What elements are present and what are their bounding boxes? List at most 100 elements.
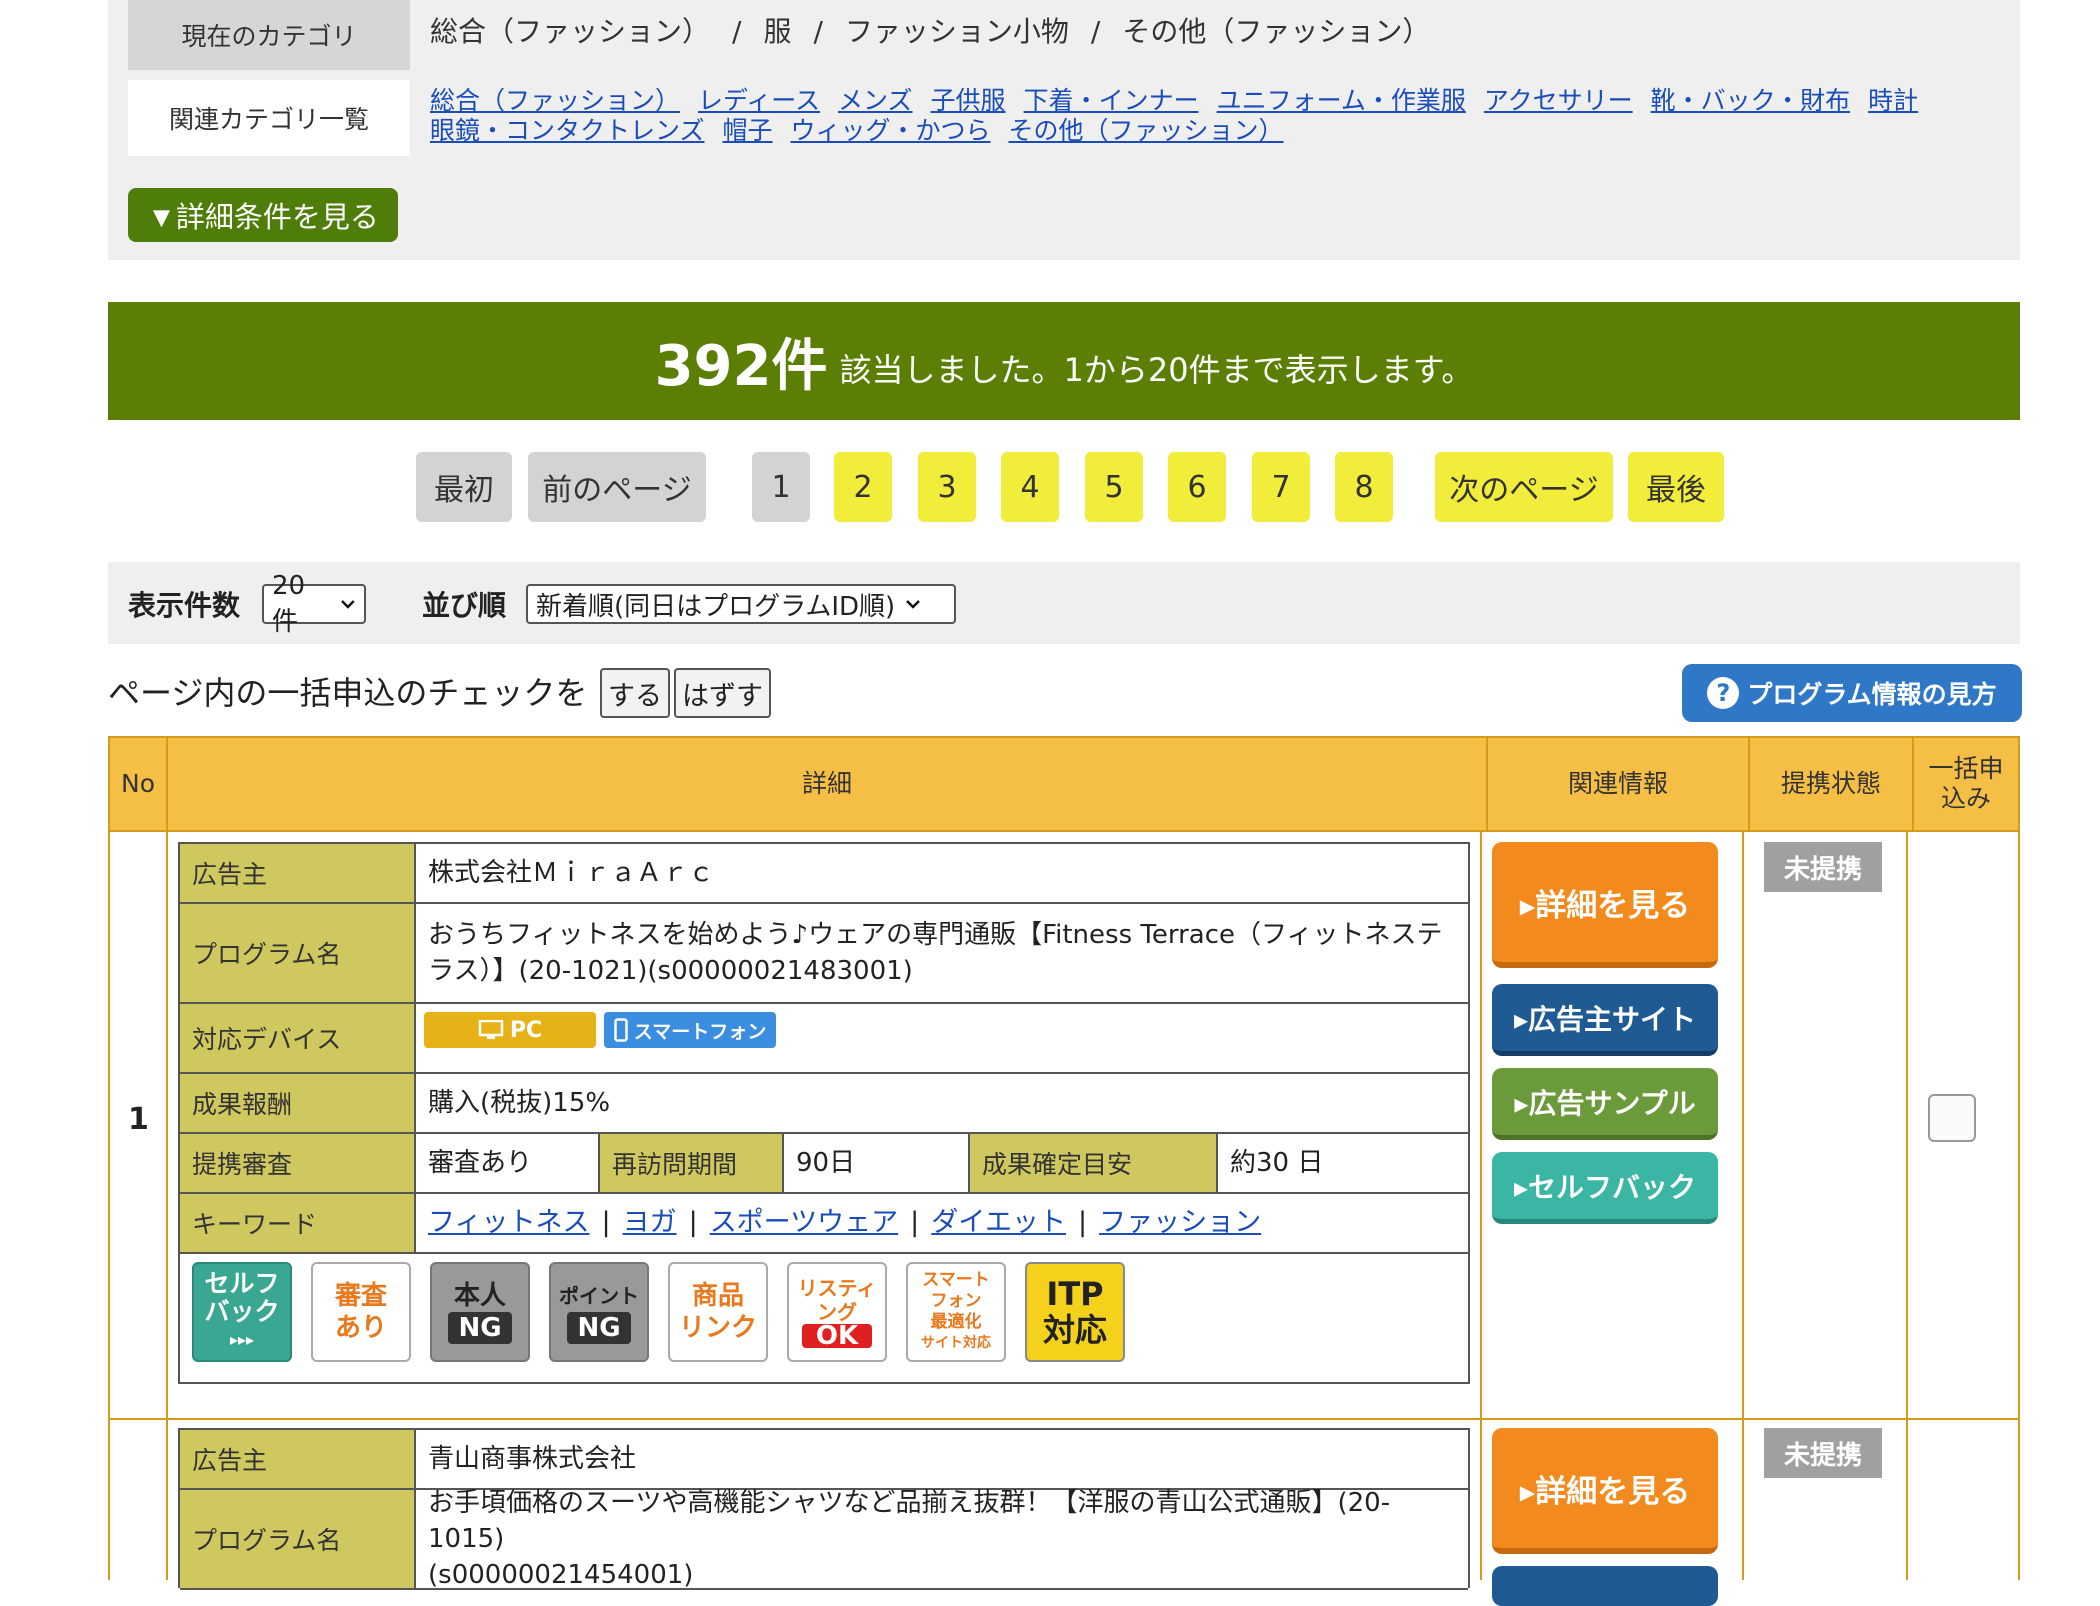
partnership-status-badge: 未提携 (1764, 1428, 1882, 1478)
display-count-select[interactable]: 20件 (262, 571, 366, 637)
advertiser-label: 広告主 (180, 844, 416, 904)
related-category-label: 関連カテゴリ一覧 (128, 80, 410, 156)
category-panel: 現在のカテゴリ 総合（ファッション） / 服 / ファッション小物 / その他（ファッション… (108, 0, 2020, 260)
bulk-uncheck-button[interactable]: はずす (674, 668, 771, 718)
related-link[interactable]: アクセサリー (1484, 86, 1633, 115)
results-table-header: No 詳細 関連情報 提携状態 一括申 込み (108, 736, 2020, 832)
first-page-button[interactable]: 最初 (416, 452, 512, 522)
badge-text: 本人 (453, 1281, 506, 1311)
related-category-links: 総合（ファッション） レディース メンズ 子供服 下着・インナー ユニフォーム・作業服 アク… (430, 86, 1990, 146)
program-name-line1: おうちフィットネスを始めよう♪ウェアの専門通販【Fitness Terrace（… (428, 920, 1443, 950)
revisit-label: 再訪問期間 (600, 1134, 784, 1194)
related-link[interactable]: 帽子 (723, 116, 773, 145)
advertiser-site-button[interactable] (1492, 1566, 1718, 1606)
keyword-link[interactable]: フィットネス (428, 1205, 589, 1241)
related-link[interactable]: 眼鏡・コンタクトレンズ (430, 116, 705, 145)
program-name-label: プログラム名 (180, 1490, 416, 1590)
breadcrumb-sep: / (1090, 15, 1101, 48)
badge-text: NG (567, 1312, 631, 1344)
page-3-button[interactable]: 3 (918, 452, 976, 522)
program-name-label: プログラム名 (180, 904, 416, 1004)
result-text: 該当しました。1から20件まで表示します。 (839, 351, 1474, 389)
result-banner: 392件 該当しました。1から20件まで表示します。 (108, 302, 2020, 420)
category-breadcrumb: 総合（ファッション） / 服 / ファッション小物 / その他（ファッション） (430, 10, 1430, 50)
page-1-current: 1 (752, 452, 810, 522)
result-count: 392件 (654, 333, 828, 399)
program-name-line2: (s00000021454001) (428, 1560, 694, 1590)
breadcrumb-item: 総合（ファッション） (430, 15, 711, 48)
page-4-button[interactable]: 4 (1001, 452, 1059, 522)
badge-text: ▸▸▸ (229, 1330, 255, 1349)
badge-text: あり (334, 1313, 387, 1343)
selfback-button[interactable]: ▸セルフバック (1492, 1152, 1718, 1224)
program-info-help-button[interactable]: ? プログラム情報の見方 (1682, 664, 2022, 722)
confirm-label: 成果確定目安 (970, 1134, 1218, 1194)
next-page-button[interactable]: 次のページ (1435, 452, 1613, 522)
program-detail-table: 広告主 青山商事株式会社 プログラム名 お手頃価格のスーツや高機能シャツなど品揃… (178, 1428, 1470, 1590)
detail-conditions-button[interactable]: ▼詳細条件を見る (128, 188, 398, 242)
device-label: 対応デバイス (180, 1004, 416, 1074)
keyword-link[interactable]: ヨガ (623, 1205, 677, 1241)
badge-text: 審査 (334, 1281, 387, 1311)
sort-select[interactable]: 新着順(同日はプログラムID順) (526, 584, 956, 624)
display-options-row: 表示件数 20件 並び順 新着順(同日はプログラムID順) (108, 562, 2020, 644)
badge-text: 対応 (1042, 1311, 1107, 1349)
view-detail-button[interactable]: ▸詳細を見る (1492, 1428, 1718, 1554)
badge-text: リンク (678, 1313, 757, 1343)
page-8-button[interactable]: 8 (1335, 452, 1393, 522)
breadcrumb-sep: / (732, 15, 742, 48)
last-page-button[interactable]: 最後 (1628, 452, 1724, 522)
partnership-status-badge: 未提携 (1764, 842, 1882, 892)
related-link[interactable]: レディース (698, 86, 820, 115)
program-name: おうちフィットネスを始めよう♪ウェアの専門通販【Fitness Terrace（… (416, 904, 1468, 1004)
keyword-link[interactable]: スポーツウェア (710, 1205, 898, 1241)
prev-page-button[interactable]: 前のページ (528, 452, 706, 522)
related-link[interactable]: その他（ファッション） (1009, 116, 1284, 145)
related-link[interactable]: ユニフォーム・作業服 (1217, 86, 1466, 115)
chevron-down-icon (906, 600, 921, 609)
related-link[interactable]: メンズ (838, 86, 913, 115)
bulk-check-label: ページ内の一括申込のチェックを (108, 674, 588, 712)
view-detail-button[interactable]: ▸詳細を見る (1492, 842, 1718, 968)
badge-text: ITP (1046, 1275, 1104, 1313)
related-link[interactable]: 下着・インナー (1024, 86, 1199, 115)
badge-text: ポイント (559, 1284, 639, 1308)
breadcrumb-item: ファッション小物 (844, 15, 1069, 48)
smartphone-optimized-badge: スマート フォン 最適化 サイト対応 (906, 1262, 1006, 1362)
device-smartphone-badge: スマートフォン (604, 1012, 776, 1048)
row-number: 1 (128, 1102, 149, 1137)
header-bulk-line2: 込み (1940, 784, 1991, 813)
itp-badge: ITP 対応 (1025, 1262, 1125, 1362)
page-6-button[interactable]: 6 (1168, 452, 1226, 522)
product-link-badge: 商品 リンク (668, 1262, 768, 1362)
monitor-icon (478, 1020, 504, 1039)
related-link[interactable]: 子供服 (931, 86, 1006, 115)
review-value: 審査あり (416, 1134, 600, 1194)
related-link[interactable]: 総合（ファッション） (430, 86, 680, 115)
page-2-button[interactable]: 2 (834, 452, 892, 522)
related-link[interactable]: ウィッグ・かつら (791, 116, 991, 145)
advertiser-name: 青山商事株式会社 (416, 1430, 1468, 1490)
related-link[interactable]: 靴・バック・財布 (1651, 86, 1851, 115)
badge-text: サイト対応 (921, 1335, 991, 1351)
related-link[interactable]: 時計 (1868, 86, 1918, 115)
chevron-down-icon (341, 600, 355, 609)
keyword-link[interactable]: ダイエット (931, 1205, 1066, 1241)
bulk-check-button[interactable]: する (600, 668, 670, 718)
advertiser-site-button[interactable]: ▸広告主サイト (1492, 984, 1718, 1056)
breadcrumb-item: その他（ファッション） (1122, 15, 1431, 48)
selfback-badge: セルフ バック ▸▸▸ (192, 1262, 292, 1362)
ad-sample-button[interactable]: ▸広告サンプル (1492, 1068, 1718, 1140)
header-related: 関連情報 (1488, 738, 1750, 830)
badge-text: 商品 (691, 1281, 744, 1311)
program-name-line1: お手頃価格のスーツや高機能シャツなど品揃え抜群！【洋服の青山公式通販】(20-1… (428, 1488, 1391, 1554)
bulk-apply-checkbox[interactable] (1928, 1094, 1976, 1142)
keyword-list: フィットネス | ヨガ | スポーツウェア | ダイエット | ファッション (416, 1194, 1468, 1254)
page-5-button[interactable]: 5 (1085, 452, 1143, 522)
page-7-button[interactable]: 7 (1252, 452, 1310, 522)
badge-text: バック (204, 1297, 280, 1326)
badge-text: スマート (922, 1270, 990, 1290)
display-count-label: 表示件数 (128, 589, 241, 622)
keyword-link[interactable]: ファッション (1099, 1205, 1261, 1241)
review-required-badge: 審査 あり (311, 1262, 411, 1362)
